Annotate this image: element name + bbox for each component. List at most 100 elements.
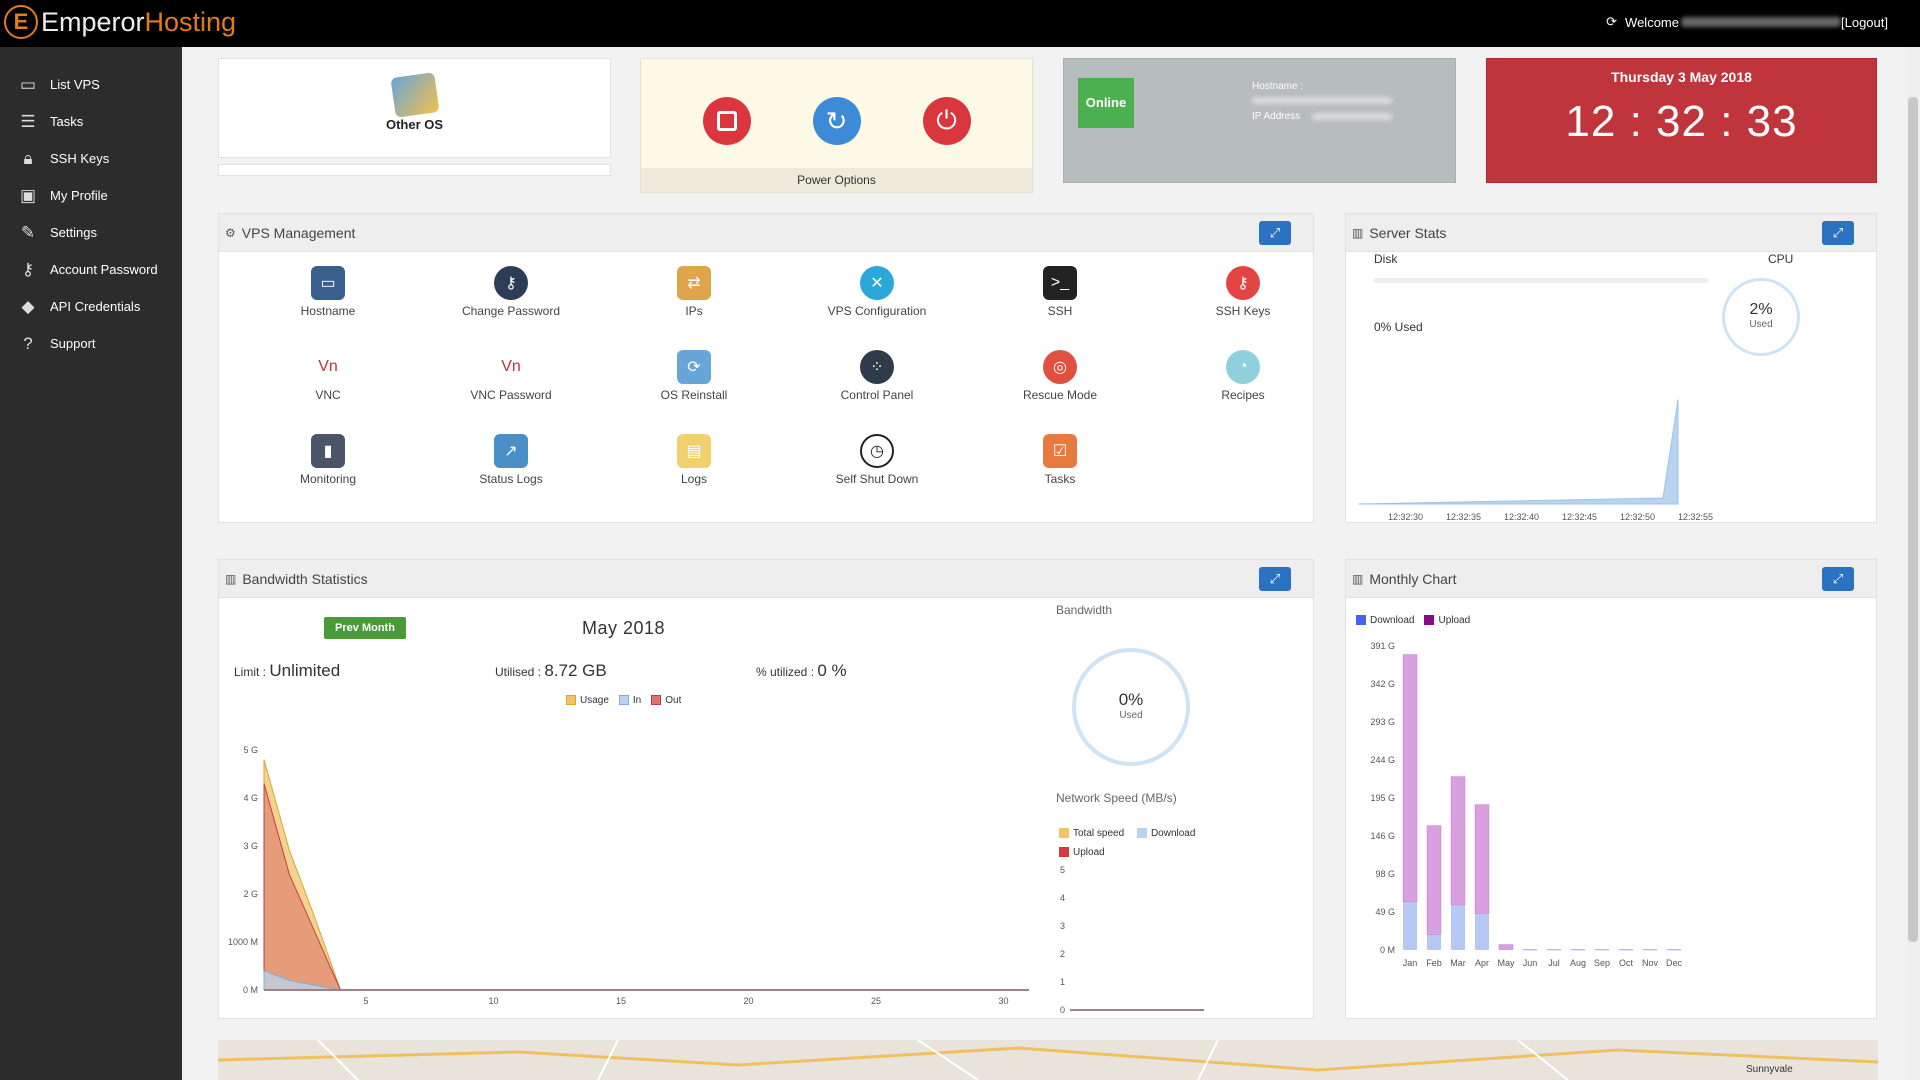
expand-button[interactable]: ⤢ [1259, 567, 1291, 591]
sidebar-item-tasks[interactable]: ☰ Tasks [0, 103, 182, 140]
vps-tool-vps-configuration[interactable]: ✕ VPS Configuration [802, 266, 952, 318]
monthly-y-tick: 293 G [1370, 717, 1395, 727]
vps-tool-vnc[interactable]: Vn VNC [253, 350, 403, 402]
tools-icon: ✕ [860, 266, 894, 300]
expand-button[interactable]: ⤢ [1259, 221, 1291, 245]
monthly-bar-upload [1498, 944, 1514, 950]
monthly-chart-header: ▥ Monthly Chart [1346, 560, 1876, 598]
monthly-x-tick: Sep [1594, 958, 1610, 968]
page-scrollbar[interactable] [1906, 47, 1920, 1080]
monitoring-icon: ▮ [311, 434, 345, 468]
sidebar-item-account-password[interactable]: ⚷ Account Password [0, 251, 182, 288]
bandwidth-y-tick: 4 G [243, 793, 258, 803]
ssh-key-icon: ⚷ [1226, 266, 1260, 300]
monthly-y-tick: 195 G [1370, 793, 1395, 803]
cpu-x-tick: 12:32:35 [1446, 512, 1481, 522]
bar-chart-icon: ▥ [225, 571, 237, 586]
vps-tool-self-shut-down[interactable]: ◷ Self Shut Down [802, 434, 952, 486]
vps-tool-vnc-password[interactable]: Vn VNC Password [436, 350, 586, 402]
bandwidth-donut-sub: Used [1119, 710, 1143, 721]
cpu-x-tick: 12:32:55 [1678, 512, 1713, 522]
scrollbar-thumb[interactable] [1908, 97, 1918, 942]
vnc-password-icon: Vn [501, 358, 521, 375]
brand-logo[interactable]: E Emperor Hosting [4, 5, 236, 39]
profile-icon: ▣ [19, 185, 37, 205]
monthly-x-tick: May [1497, 958, 1515, 968]
bar-chart-icon: ▥ [1352, 225, 1364, 240]
vps-tool-label: SSH [1047, 304, 1073, 318]
monthly-bar-upload [1474, 804, 1490, 914]
lock-icon: 🔒︎ [23, 148, 33, 168]
map-strip[interactable]: Sunnyvale [218, 1040, 1878, 1080]
vps-tool-change-password[interactable]: ⚷ Change Password [436, 266, 586, 318]
lifebuoy-icon: ◎ [1043, 350, 1077, 384]
tags-icon: ◆ [21, 296, 35, 316]
welcome-text: Welcome [1625, 14, 1679, 30]
sidebar-item-my-profile[interactable]: ▣ My Profile [0, 177, 182, 214]
monthly-bar-upload [1426, 825, 1442, 935]
monthly-bar-download [1403, 901, 1417, 950]
power-button[interactable]: ⏻ [922, 97, 971, 145]
vps-tool-recipes[interactable]: ◔ Recipes [1168, 350, 1318, 402]
sidebar-item-support[interactable]: ? Support [0, 325, 182, 362]
monthly-bar-upload [1402, 654, 1418, 903]
bandwidth-statistics-header: ▥ Bandwidth Statistics [219, 560, 1313, 598]
server-stats-title: Server Stats [1369, 224, 1447, 241]
disk-bar [1374, 278, 1708, 283]
sidebar-item-list-vps[interactable]: ▭ List VPS [0, 66, 182, 103]
sidebar-item-settings[interactable]: ✎ Settings [0, 214, 182, 251]
vps-tool-status-logs[interactable]: ↗ Status Logs [436, 434, 586, 486]
vps-tool-logs[interactable]: ▤ Logs [619, 434, 769, 486]
expand-button[interactable]: ⤢ [1822, 221, 1854, 245]
tasks-list-icon: ☑ [1043, 434, 1077, 468]
bandwidth-chart: 0 M 1000 M 2 G 3 G 4 G 5 G 5 10 15 20 25 30 [228, 745, 1029, 1006]
bandwidth-x-tick: 30 [998, 996, 1008, 1006]
disk-label: Disk [1374, 252, 1398, 266]
vps-tool-label: Rescue Mode [1022, 388, 1098, 402]
key-icon: ⚷ [21, 259, 35, 279]
vps-tool-label: SSH Keys [1215, 304, 1271, 318]
monthly-y-tick: 342 G [1370, 679, 1395, 689]
vps-tool-rescue-mode[interactable]: ◎ Rescue Mode [985, 350, 1135, 402]
vps-tool-monitoring[interactable]: ▮ Monitoring [253, 434, 403, 486]
vps-tool-ips[interactable]: ⇄ IPs [619, 266, 769, 318]
monitor-icon: ▭ [19, 74, 37, 94]
hostname-label: Hostname : [1252, 81, 1304, 92]
bandwidth-series-in [263, 970, 1029, 991]
legend-download: Download [1356, 615, 1414, 626]
percent-utilized-value: 0 % [817, 661, 847, 680]
utilised-value: 8.72 GB [544, 661, 607, 680]
expand-icon: ⤢ [1832, 571, 1844, 586]
prev-month-button[interactable]: Prev Month [324, 617, 406, 639]
sidebar-item-api-credentials[interactable]: ◆ API Credentials [0, 288, 182, 325]
vps-tool-hostname[interactable]: ▭ Hostname [253, 266, 403, 318]
gear-icon: ⚙ [225, 225, 236, 240]
bandwidth-x-tick: 10 [488, 996, 498, 1006]
sidebar-item-ssh-keys[interactable]: 🔒︎ SSH Keys [0, 140, 182, 177]
bandwidth-y-tick: 5 G [243, 745, 258, 755]
os-reinstall-icon: ⟳ [677, 350, 711, 384]
vps-tool-control-panel[interactable]: ⁘ Control Panel [802, 350, 952, 402]
logout-link[interactable]: [Logout] [1841, 15, 1888, 30]
bandwidth-y-tick: 3 G [243, 841, 258, 851]
cpu-x-tick: 12:32:45 [1562, 512, 1597, 522]
vps-tool-ssh[interactable]: >_ SSH [985, 266, 1135, 318]
ip-address-label: IP Address [1252, 111, 1301, 122]
vps-tool-label: Recipes [1221, 388, 1265, 402]
cpu-sub-label: Used [1749, 319, 1773, 330]
clock-date: Thursday 3 May 2018 [1611, 69, 1752, 85]
vps-tool-tasks[interactable]: ☑ Tasks [985, 434, 1135, 486]
cpu-x-tick: 12:32:30 [1388, 512, 1423, 522]
vps-tool-ssh-keys[interactable]: ⚷ SSH Keys [1168, 266, 1318, 318]
network-speed-chart: 0 1 2 3 4 5 [1060, 865, 1204, 1015]
vps-management-panel: ⚙ VPS Management ⤢ ▭ Hostname ⚷ Change Passw… [218, 213, 1314, 523]
vps-tool-label: Status Logs [479, 472, 543, 486]
clock-time: 12 : 32 : 33 [1565, 97, 1798, 146]
brand-name-second: Hosting [144, 6, 237, 37]
refresh-icon[interactable]: ⟳ [1606, 14, 1617, 30]
expand-button[interactable]: ⤢ [1822, 567, 1854, 591]
vps-tool-os-reinstall[interactable]: ⟳ OS Reinstall [619, 350, 769, 402]
stop-button[interactable] [702, 97, 751, 145]
restart-button[interactable]: ↻ [812, 97, 861, 145]
bandwidth-y-tick: 2 G [243, 889, 258, 899]
